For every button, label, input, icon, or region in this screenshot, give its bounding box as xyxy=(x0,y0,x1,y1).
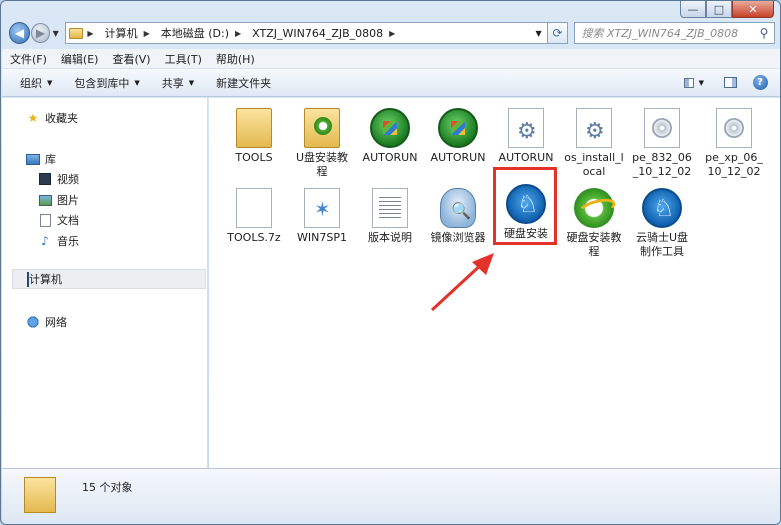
pointer-arrow-icon xyxy=(430,253,494,312)
folder-ie-icon xyxy=(304,105,340,148)
nav-network[interactable]: 网络 xyxy=(26,314,67,330)
picture-icon xyxy=(38,194,52,206)
disc-image-icon xyxy=(716,108,752,148)
address-dropdown[interactable]: ▼ xyxy=(531,29,547,38)
forward-button[interactable]: ▶ xyxy=(30,23,51,43)
file-item[interactable]: TOOLS.7z xyxy=(223,188,285,245)
search-icon[interactable]: ⚲ xyxy=(754,26,774,40)
recent-pages-dropdown[interactable]: ▼ xyxy=(50,29,61,38)
video-icon xyxy=(39,173,51,185)
refresh-button[interactable]: ⟳ xyxy=(547,22,569,44)
views-icon xyxy=(684,77,694,88)
back-button[interactable]: ◀ xyxy=(9,22,30,44)
organize-button[interactable]: 组织 ▼ xyxy=(20,75,52,91)
file-item[interactable]: AUTORUN xyxy=(359,108,421,165)
chevron-down-icon: ▼ xyxy=(188,78,195,87)
search-input[interactable]: 搜索 XTZJ_WIN764_ZJB_0808 ⚲ xyxy=(574,22,775,44)
menu-help[interactable]: 帮助(H) xyxy=(216,51,255,67)
file-item[interactable]: os_install_local xyxy=(563,108,625,179)
file-item[interactable]: AUTORUN xyxy=(495,108,557,165)
music-icon: ♪ xyxy=(41,234,49,248)
folder-icon xyxy=(24,474,56,513)
file-item[interactable]: 硬盘安装教程 xyxy=(563,188,625,259)
image-file-icon xyxy=(304,188,340,228)
breadcrumb-sep: ▶ xyxy=(235,28,242,38)
nav-favorites[interactable]: ★ 收藏夹 xyxy=(26,110,78,126)
menu-bar: 文件(F) 编辑(E) 查看(V) 工具(T) 帮助(H) xyxy=(2,49,780,69)
item-count: 15 个对象 xyxy=(82,481,133,494)
change-view-button[interactable]: ▼ xyxy=(684,74,704,92)
breadcrumb-sep: ▶ xyxy=(389,28,396,38)
folder-icon xyxy=(236,105,272,148)
ie-icon xyxy=(574,188,614,228)
file-item[interactable]: AUTORUN xyxy=(427,108,489,165)
toolbar-right: ▼ ? xyxy=(674,74,770,92)
share-button[interactable]: 共享 ▼ xyxy=(162,75,194,91)
file-item[interactable]: 版本说明 xyxy=(359,188,421,245)
settings-file-icon xyxy=(508,108,544,148)
minimize-button[interactable]: — xyxy=(680,1,706,18)
preview-pane-button[interactable] xyxy=(720,74,740,92)
file-item[interactable]: pe_832_06_10_12_02 xyxy=(631,108,693,179)
ghost-icon xyxy=(440,188,476,228)
menu-view[interactable]: 查看(V) xyxy=(112,51,150,67)
address-row: ◀ ▶ ▼ ▶ 计算机 ▶ 本地磁盘 (D:) ▶ XTZJ_WIN764_ZJ… xyxy=(9,21,775,45)
disc-image-icon xyxy=(644,108,680,148)
close-button[interactable]: ✕ xyxy=(732,1,774,18)
nav-libraries[interactable]: 库 xyxy=(26,151,56,167)
search-placeholder: 搜索 XTZJ_WIN764_ZJB_0808 xyxy=(581,27,739,40)
document-icon xyxy=(39,213,51,227)
menu-tools[interactable]: 工具(T) xyxy=(165,51,202,67)
nav-music[interactable]: ♪ 音乐 xyxy=(38,233,79,249)
menu-file[interactable]: 文件(F) xyxy=(10,51,47,67)
explorer-window: — □ ✕ ◀ ▶ ▼ ▶ 计算机 ▶ 本地磁盘 (D:) ▶ XTZJ_WIN… xyxy=(0,0,781,525)
file-item[interactable]: pe_xp_06_10_12_02 xyxy=(703,108,765,179)
menu-edit[interactable]: 编辑(E) xyxy=(61,51,99,67)
folder-icon xyxy=(69,27,84,39)
file-item[interactable]: 云骑士U盘制作工具 xyxy=(631,188,693,259)
onekey-icon xyxy=(642,188,682,228)
nav-documents[interactable]: 文档 xyxy=(38,212,79,228)
address-bar[interactable]: ▶ 计算机 ▶ 本地磁盘 (D:) ▶ XTZJ_WIN764_ZJB_0808… xyxy=(65,22,548,44)
include-library-button[interactable]: 包含到库中 ▼ xyxy=(74,75,139,91)
autorun-icon xyxy=(438,108,478,148)
breadcrumb-folder[interactable]: XTZJ_WIN764_ZJB_0808 xyxy=(252,27,383,40)
breadcrumb-root[interactable]: ▶ xyxy=(87,29,98,38)
chevron-down-icon: ▼ xyxy=(134,78,140,87)
file-item[interactable]: U盘安装教程 xyxy=(291,105,353,179)
settings-file-icon xyxy=(576,108,612,148)
file-item[interactable]: 镜像浏览器 xyxy=(427,188,489,245)
command-bar: 组织 ▼ 包含到库中 ▼ 共享 ▼ 新建文件夹 ▼ ? xyxy=(2,69,780,97)
window-controls: — □ ✕ xyxy=(680,1,774,19)
preview-pane-icon xyxy=(723,77,737,88)
network-icon xyxy=(26,316,40,328)
details-pane: 15 个对象 xyxy=(2,468,780,524)
blank-file-icon xyxy=(236,188,272,228)
nav-computer[interactable]: 计算机 xyxy=(12,269,206,289)
breadcrumb-drive[interactable]: 本地磁盘 (D:) xyxy=(161,25,229,41)
file-item[interactable]: WIN7SP1 xyxy=(291,188,353,245)
autorun-icon xyxy=(370,108,410,148)
file-item[interactable]: TOOLS xyxy=(223,105,285,165)
breadcrumb-computer[interactable]: 计算机 xyxy=(105,25,138,41)
highlight-box xyxy=(493,167,557,245)
chevron-down-icon: ▼ xyxy=(47,78,53,87)
breadcrumb-sep: ▶ xyxy=(143,28,150,38)
new-folder-button[interactable]: 新建文件夹 xyxy=(216,75,271,91)
library-icon xyxy=(26,153,40,165)
maximize-button[interactable]: □ xyxy=(706,1,732,18)
chevron-down-icon: ▼ xyxy=(698,78,704,87)
help-button[interactable]: ? xyxy=(750,74,770,92)
nav-videos[interactable]: 视频 xyxy=(38,171,79,187)
nav-pictures[interactable]: 图片 xyxy=(38,192,79,208)
star-icon: ★ xyxy=(27,111,39,125)
file-list: TOOLS U盘安装教程 AUTORUN AUTORUN AUTORUN os_… xyxy=(209,98,780,468)
help-icon: ? xyxy=(752,75,768,90)
text-file-icon xyxy=(372,188,408,228)
navigation-pane: ★ 收藏夹 库 视频 图片 文档 ♪ 音乐 计算机 网络 xyxy=(2,98,208,468)
